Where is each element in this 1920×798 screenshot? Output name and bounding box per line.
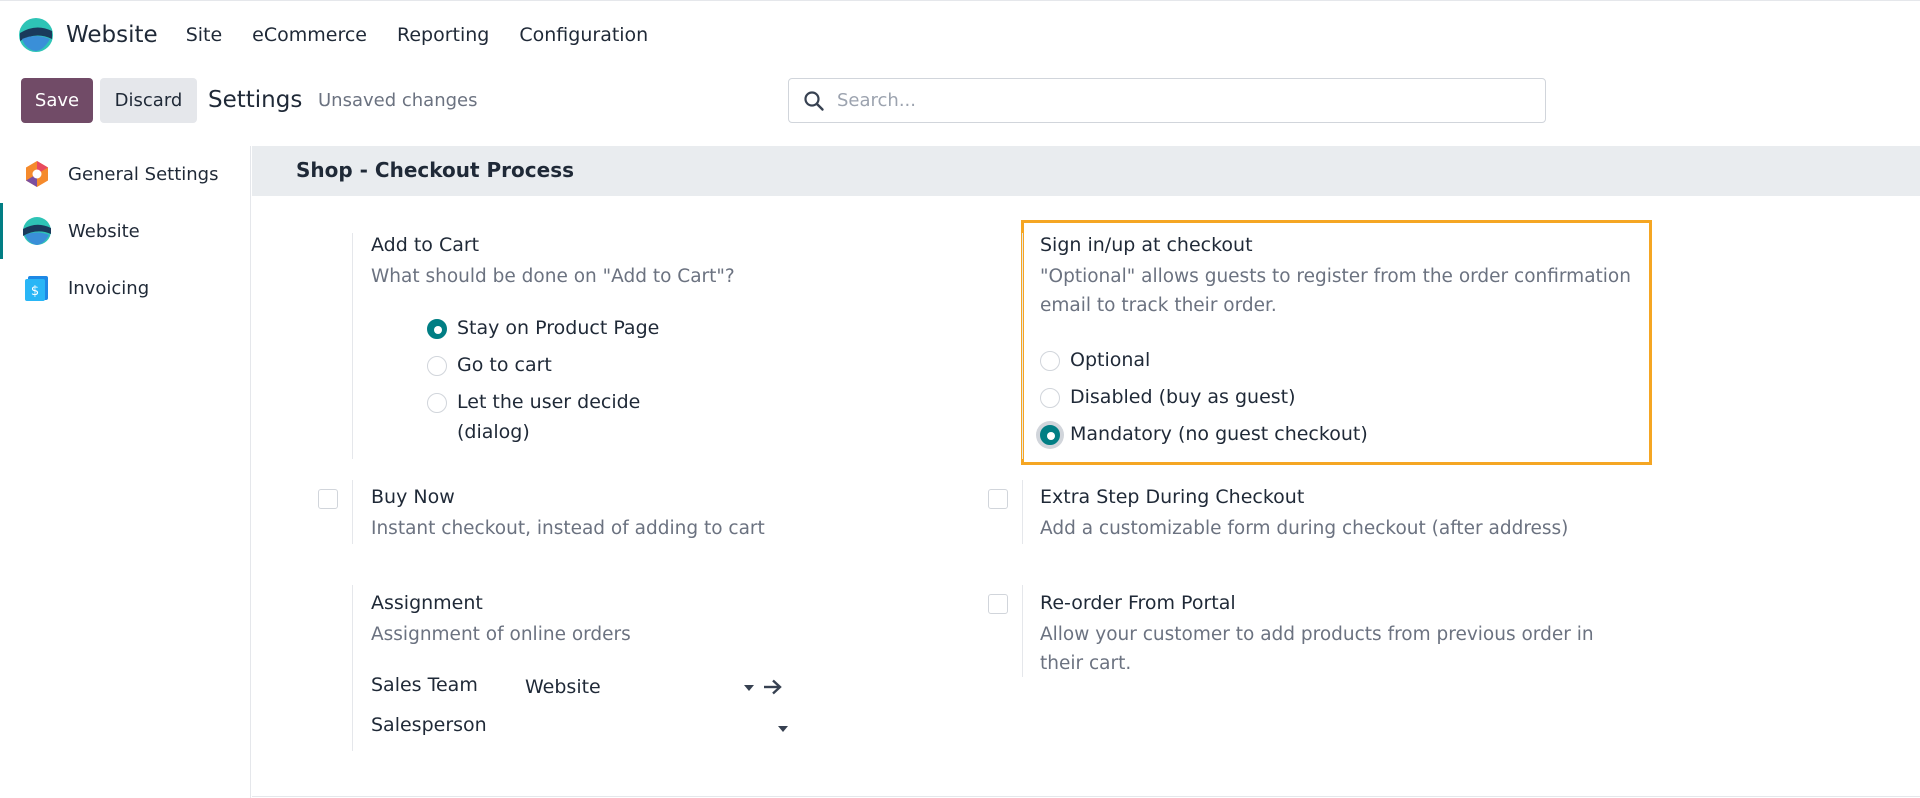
radio-label-line2: (dialog) (457, 421, 530, 443)
app-name: Website (66, 21, 158, 48)
settings-sidebar: General Settings Website $ Invoicing (0, 146, 251, 798)
radio-button[interactable] (427, 319, 447, 339)
website-logo-icon (19, 17, 53, 52)
radio-label-line1: Let the user decide (457, 391, 641, 413)
radio-disabled-buy-as-guest[interactable]: Disabled (buy as guest) (1040, 386, 1296, 412)
section-title: Shop - Checkout Process (296, 158, 575, 182)
top-navbar: Website Site eCommerce Reporting Configu… (0, 0, 1920, 68)
save-button[interactable]: Save (21, 78, 93, 123)
add-to-cart-description: What should be done on "Add to Cart"? (371, 266, 735, 287)
radio-button[interactable] (427, 356, 447, 376)
sidebar-item-label: Invoicing (68, 277, 150, 299)
radio-label: Mandatory (no guest checkout) (1070, 423, 1368, 445)
divider (1022, 233, 1023, 459)
divider (352, 480, 353, 544)
radio-optional[interactable]: Optional (1040, 349, 1150, 375)
search-input[interactable] (837, 90, 1545, 111)
divider (352, 585, 353, 751)
reorder-description-line2: their cart. (1040, 653, 1132, 674)
general-settings-icon (26, 161, 48, 187)
assignment-title: Assignment (371, 592, 483, 614)
divider (352, 233, 353, 459)
internal-link-arrow-icon[interactable] (763, 679, 783, 695)
sidebar-item-general-settings[interactable]: General Settings (0, 146, 250, 202)
menu-item-site[interactable]: Site (186, 24, 222, 46)
radio-stay-on-product-page[interactable]: Stay on Product Page (427, 317, 659, 343)
assignment-description: Assignment of online orders (371, 624, 631, 645)
invoicing-icon: $ (25, 276, 48, 301)
radio-label: Disabled (buy as guest) (1070, 386, 1296, 408)
reorder-description-line1: Allow your customer to add products from… (1040, 624, 1594, 645)
extra-step-checkbox[interactable] (988, 489, 1008, 509)
bottom-divider (252, 796, 1920, 797)
sign-in-title: Sign in/up at checkout (1040, 234, 1253, 256)
radio-label: Optional (1070, 349, 1151, 371)
sign-in-description-line2: email to track their order. (1040, 295, 1277, 316)
website-app-icon (23, 217, 51, 245)
discard-button[interactable]: Discard (100, 78, 197, 123)
search-icon (804, 90, 824, 111)
control-panel: Save Discard Settings Unsaved changes (0, 68, 1920, 146)
salesperson-dropdown-caret[interactable] (778, 726, 788, 732)
reorder-checkbox[interactable] (988, 594, 1008, 614)
divider (1022, 585, 1023, 677)
radio-button[interactable] (1040, 425, 1060, 445)
svg-text:$: $ (31, 284, 39, 299)
radio-button[interactable] (1040, 388, 1060, 408)
radio-mandatory[interactable]: Mandatory (no guest checkout) (1040, 423, 1368, 449)
sidebar-item-label: Website (68, 220, 140, 242)
radio-go-to-cart[interactable]: Go to cart (427, 354, 552, 380)
menu-item-reporting[interactable]: Reporting (397, 24, 489, 46)
search-box[interactable] (788, 78, 1546, 123)
radio-label: Let the user decide (dialog) (457, 387, 640, 447)
unsaved-status: Unsaved changes (318, 90, 478, 111)
radio-let-user-decide[interactable]: Let the user decide (dialog) (427, 391, 640, 447)
section-header: Shop - Checkout Process (252, 146, 1920, 196)
sidebar-item-website[interactable]: Website (0, 203, 250, 259)
sales-team-field[interactable]: Website (525, 676, 601, 698)
reorder-title: Re-order From Portal (1040, 592, 1236, 614)
buy-now-description: Instant checkout, instead of adding to c… (371, 518, 765, 539)
menu-item-ecommerce[interactable]: eCommerce (252, 24, 367, 46)
sidebar-item-invoicing[interactable]: $ Invoicing (0, 260, 250, 316)
sidebar-item-label: General Settings (68, 163, 219, 185)
radio-button[interactable] (427, 393, 447, 413)
divider (1022, 480, 1023, 544)
sales-team-dropdown-caret[interactable] (744, 685, 754, 691)
app-brand[interactable]: Website (18, 17, 158, 53)
buy-now-title: Buy Now (371, 486, 455, 508)
extra-step-title: Extra Step During Checkout (1040, 486, 1305, 508)
radio-button[interactable] (1040, 351, 1060, 371)
page-title: Settings (208, 87, 303, 113)
radio-label: Go to cart (457, 354, 552, 376)
salesperson-label: Salesperson (371, 714, 487, 736)
menu-item-configuration[interactable]: Configuration (519, 24, 648, 46)
add-to-cart-title: Add to Cart (371, 234, 480, 256)
sales-team-label: Sales Team (371, 674, 478, 696)
radio-label: Stay on Product Page (457, 317, 660, 339)
buy-now-checkbox[interactable] (318, 489, 338, 509)
extra-step-description: Add a customizable form during checkout … (1040, 518, 1569, 539)
main-menu: Site eCommerce Reporting Configuration (186, 24, 679, 46)
sign-in-description-line1: "Optional" allows guests to register fro… (1040, 266, 1631, 287)
